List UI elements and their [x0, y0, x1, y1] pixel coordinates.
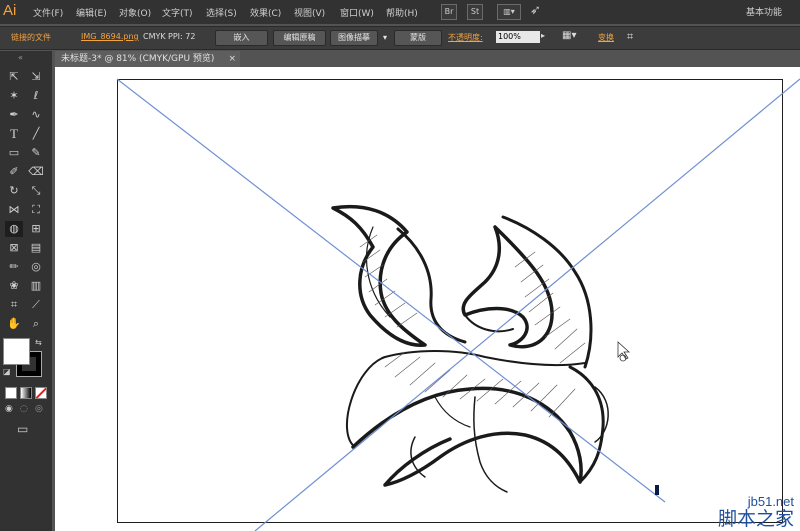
fill-swatch[interactable]: [3, 338, 30, 365]
type-tool-icon[interactable]: T: [5, 126, 23, 142]
ppi-value: PPI: 72: [168, 32, 196, 41]
direct-selection-tool-icon[interactable]: ⇲: [27, 69, 45, 85]
workspace-switcher[interactable]: 基本功能: [746, 5, 782, 18]
app-logo: Ai: [3, 2, 17, 19]
opacity-arrow-icon[interactable]: ▸: [541, 31, 545, 40]
zoom-tool-icon[interactable]: ⌕: [27, 316, 45, 332]
image-trace-dropdown-icon[interactable]: ▾: [379, 30, 391, 46]
watermark: jb51.net 脚本之家: [718, 494, 794, 529]
draw-normal-icon[interactable]: ◉: [5, 404, 13, 414]
shape-builder-tool-icon[interactable]: ◍: [5, 221, 23, 237]
cursor-icon: [617, 341, 631, 362]
document-tab[interactable]: 未标题-3* @ 81% (CMYK/GPU 预览) ×: [55, 51, 240, 67]
arrange-documents-icon[interactable]: ▥▾: [497, 4, 521, 20]
slice-tool-icon[interactable]: ⟋: [27, 297, 45, 313]
sketch-left-flame: [331, 204, 427, 347]
mask-button[interactable]: 蒙版: [394, 30, 442, 46]
menu-help[interactable]: 帮助(H): [386, 6, 418, 19]
linked-file-label: 链接的文件: [11, 33, 51, 42]
scale-tool-icon[interactable]: ⤡: [27, 183, 45, 199]
opacity-label[interactable]: 不透明度:: [448, 32, 483, 43]
menu-window[interactable]: 窗口(W): [340, 6, 374, 19]
screen-mode-icon[interactable]: ▭: [17, 422, 28, 436]
diagonal-guide-2: [254, 78, 800, 531]
sketch-body: [351, 386, 583, 487]
draw-behind-icon[interactable]: ◌: [20, 404, 28, 414]
color-mode-icon[interactable]: [5, 387, 17, 399]
mesh-tool-icon[interactable]: ⊠: [5, 240, 23, 256]
eraser-tool-icon[interactable]: ⌫: [27, 164, 45, 180]
linked-filename-link[interactable]: IMG_8694.png: [81, 32, 139, 41]
transform-link[interactable]: 变换: [598, 32, 614, 43]
column-graph-tool-icon[interactable]: ▥: [27, 278, 45, 294]
canvas[interactable]: jb51.net 脚本之家: [55, 67, 800, 531]
magic-wand-tool-icon[interactable]: ✶: [5, 88, 23, 104]
menu-type[interactable]: 文字(T): [162, 6, 193, 19]
collapse-panel-icon[interactable]: «: [18, 53, 23, 62]
color-mode: CMYK: [143, 32, 166, 41]
eyedropper-tool-icon[interactable]: ✏: [5, 259, 23, 275]
image-trace-button[interactable]: 图像描摹: [330, 30, 378, 46]
line-tool-icon[interactable]: ╱: [27, 126, 45, 142]
draw-inside-icon[interactable]: ◎: [35, 404, 43, 414]
swap-fill-stroke-icon[interactable]: ⇆: [35, 338, 42, 347]
anchor-marker: [655, 485, 659, 495]
artboard-tool-icon[interactable]: ⌗: [5, 297, 23, 313]
control-bar: 链接的文件 IMG_8694.png CMYK PPI: 72 嵌入 编辑原稿 …: [0, 26, 800, 50]
document-tab-title: 未标题-3* @ 81% (CMYK/GPU 预览): [61, 54, 215, 64]
rectangle-tool-icon[interactable]: ▭: [5, 145, 23, 161]
isolate-object-icon[interactable]: ⌗: [627, 30, 633, 44]
paintbrush-tool-icon[interactable]: ✎: [27, 145, 45, 161]
hand-tool-icon[interactable]: ✋: [5, 316, 23, 332]
recolor-grid-icon[interactable]: ▦▾: [562, 30, 576, 41]
menu-view[interactable]: 视图(V): [294, 6, 325, 19]
gradient-tool-icon[interactable]: ▤: [27, 240, 45, 256]
menu-select[interactable]: 选择(S): [206, 6, 237, 19]
pen-tool-icon[interactable]: ✒: [5, 107, 23, 123]
none-mode-icon[interactable]: [35, 387, 47, 399]
curvature-tool-icon[interactable]: ∿: [27, 107, 45, 123]
opacity-input[interactable]: 100%: [496, 31, 540, 43]
gradient-mode-icon[interactable]: [20, 387, 32, 399]
watermark-text: 脚本之家: [717, 508, 794, 530]
menu-bar: Ai 文件(F) 编辑(E) 对象(O) 文字(T) 选择(S) 效果(C) 视…: [0, 0, 800, 24]
edit-original-button[interactable]: 编辑原稿: [273, 30, 326, 46]
sketch-artwork[interactable]: [55, 67, 800, 531]
width-tool-icon[interactable]: ⋈: [5, 202, 23, 218]
free-transform-tool-icon[interactable]: ⛶: [27, 202, 45, 218]
blend-tool-icon[interactable]: ◎: [27, 259, 45, 275]
menu-edit[interactable]: 编辑(E): [76, 6, 107, 19]
stock-button[interactable]: St: [467, 4, 483, 20]
menu-object[interactable]: 对象(O): [119, 6, 151, 19]
embed-button[interactable]: 嵌入: [215, 30, 268, 46]
gpu-performance-icon[interactable]: ➶: [530, 3, 541, 18]
perspective-grid-tool-icon[interactable]: ⊞: [27, 221, 45, 237]
symbol-sprayer-tool-icon[interactable]: ❀: [5, 278, 23, 294]
menu-file[interactable]: 文件(F): [33, 6, 63, 19]
blob-brush-tool-icon[interactable]: ✐: [5, 164, 23, 180]
watermark-url: jb51.net: [747, 494, 794, 509]
close-icon[interactable]: ×: [228, 51, 236, 67]
tools-panel: « ⇱ ⇲ ✶ ℓ ✒ ∿ T ╱ ▭ ✎ ✐ ⌫ ↻ ⤡ ⋈ ⛶ ◍ ⊞ ⊠ …: [0, 51, 52, 531]
rotate-tool-icon[interactable]: ↻: [5, 183, 23, 199]
selection-tool-icon[interactable]: ⇱: [5, 69, 23, 85]
default-fill-stroke-icon[interactable]: ◪: [3, 367, 11, 376]
lasso-tool-icon[interactable]: ℓ: [27, 88, 45, 104]
menu-effect[interactable]: 效果(C): [250, 6, 281, 19]
bridge-button[interactable]: Br: [441, 4, 457, 20]
